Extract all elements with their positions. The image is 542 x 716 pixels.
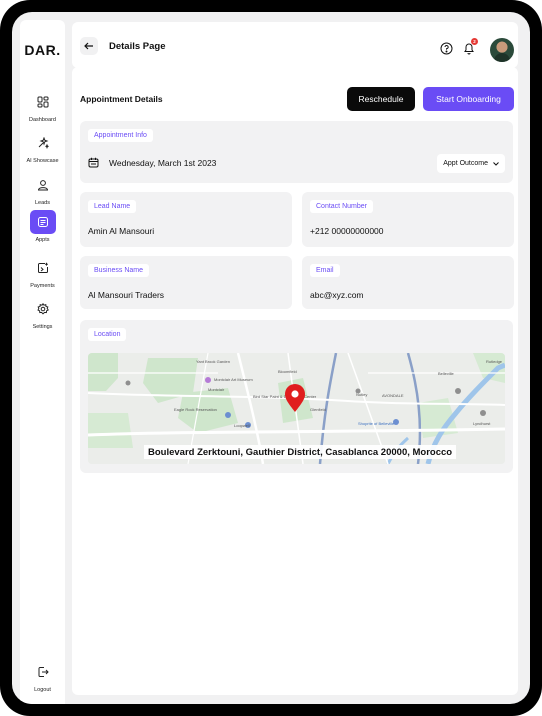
sidebar: DAR. Dashboard AI Showcase Leads Appts P…: [20, 20, 65, 704]
start-onboarding-button[interactable]: Start Onboarding: [423, 87, 514, 111]
payments-icon: [30, 256, 56, 280]
contact-number-chip: Contact Number: [310, 200, 373, 213]
location-address: Boulevard Zerktouni, Gauthier District, …: [144, 445, 457, 459]
top-header: Details Page 2: [72, 22, 518, 68]
logout-label: Logout: [34, 687, 51, 693]
notifications-button[interactable]: 2: [462, 38, 478, 55]
appt-outcome-dropdown[interactable]: Appt Outcome: [437, 154, 505, 173]
contact-number-value: +212 00000000000: [310, 226, 384, 236]
lead-name-chip: Lead Name: [88, 200, 137, 213]
logout-icon: [30, 660, 56, 684]
map-label: Rutledge: [486, 359, 503, 364]
business-name-chip: Business Name: [88, 264, 150, 277]
appointment-date: Wednesday, March 1st 2023: [109, 157, 217, 168]
appointment-date-row: Wednesday, March 1st 2023: [88, 157, 216, 168]
location-card: Location Montclair Art Museum Montclair …: [80, 320, 513, 473]
appt-outcome-label: Appt Outcome: [443, 160, 488, 167]
avatar[interactable]: [490, 38, 514, 62]
lead-name-value: Amin Al Mansouri: [88, 226, 155, 236]
map-label: Eagle Rock Reservation: [174, 407, 217, 412]
notification-badge: 2: [471, 38, 478, 45]
map-label: Bird Star Paint & Decorating Center: [253, 394, 317, 399]
location-chip: Location: [88, 328, 127, 341]
sidebar-item-payments[interactable]: Payments: [20, 256, 65, 289]
help-icon: [440, 42, 452, 54]
sidebar-item-label: Appts: [35, 237, 50, 243]
sparkle-icon: [30, 131, 56, 155]
email-value: abc@xyz.com: [310, 290, 364, 300]
sidebar-item-label: Payments: [30, 283, 55, 289]
calendar-icon: [88, 157, 99, 168]
map-label: Loopwell: [234, 423, 250, 428]
business-name-value: Al Mansouri Traders: [88, 290, 165, 300]
map-label: Montclair: [208, 387, 225, 392]
main-content: Appointment Details Reschedule Start Onb…: [72, 67, 518, 695]
contact-number-card: Contact Number +212 00000000000: [302, 192, 514, 247]
back-button[interactable]: [80, 37, 98, 55]
appointment-info-card: Appointment Info Wednesday, March 1st 20…: [80, 121, 513, 183]
business-name-card: Business Name Al Mansouri Traders: [80, 256, 292, 309]
map-label: Bloomfield: [278, 369, 297, 374]
map-label: Yant Brook Garden: [196, 359, 230, 364]
user-icon: [30, 173, 56, 197]
sidebar-item-label: AI Showcase: [26, 158, 59, 164]
sidebar-item-settings[interactable]: Settings: [20, 297, 65, 330]
map-label: Shoprite of Belleville: [358, 421, 395, 426]
map-label: Belleville: [438, 371, 455, 376]
appointment-info-chip: Appointment Info: [88, 129, 153, 142]
reschedule-button[interactable]: Reschedule: [347, 87, 415, 111]
map-label: AVONDALE: [382, 393, 404, 398]
sidebar-item-label: Leads: [35, 200, 50, 206]
email-card: Email abc@xyz.com: [302, 256, 514, 309]
location-map[interactable]: Montclair Art Museum Montclair Bird Star…: [88, 353, 505, 464]
sidebar-item-dashboard[interactable]: Dashboard: [20, 90, 65, 123]
email-chip: Email: [310, 264, 340, 277]
section-title: Appointment Details: [80, 94, 163, 104]
lead-name-card: Lead Name Amin Al Mansouri: [80, 192, 292, 247]
sidebar-item-leads[interactable]: Leads: [20, 173, 65, 206]
gear-icon: [30, 297, 56, 321]
appointments-icon: [29, 210, 56, 234]
help-button[interactable]: [439, 41, 453, 55]
logout-button[interactable]: Logout: [20, 660, 65, 693]
chevron-down-icon: [493, 161, 499, 166]
sidebar-item-label: Dashboard: [29, 117, 56, 123]
page-title: Details Page: [109, 41, 166, 52]
dashboard-grid-icon: [30, 90, 56, 114]
map-label: Lyndhurst: [473, 421, 491, 426]
map-label: Nutley: [356, 392, 367, 397]
map-label: Glenfield: [310, 407, 326, 412]
sidebar-item-appts[interactable]: Appts: [20, 210, 65, 243]
app-logo: DAR.: [24, 42, 61, 58]
sidebar-item-ai-showcase[interactable]: AI Showcase: [20, 131, 65, 164]
arrow-left-icon: [84, 42, 93, 50]
screen: DAR. Dashboard AI Showcase Leads Appts P…: [12, 12, 530, 704]
map-label: Montclair Art Museum: [214, 377, 253, 382]
sidebar-item-label: Settings: [32, 324, 53, 330]
